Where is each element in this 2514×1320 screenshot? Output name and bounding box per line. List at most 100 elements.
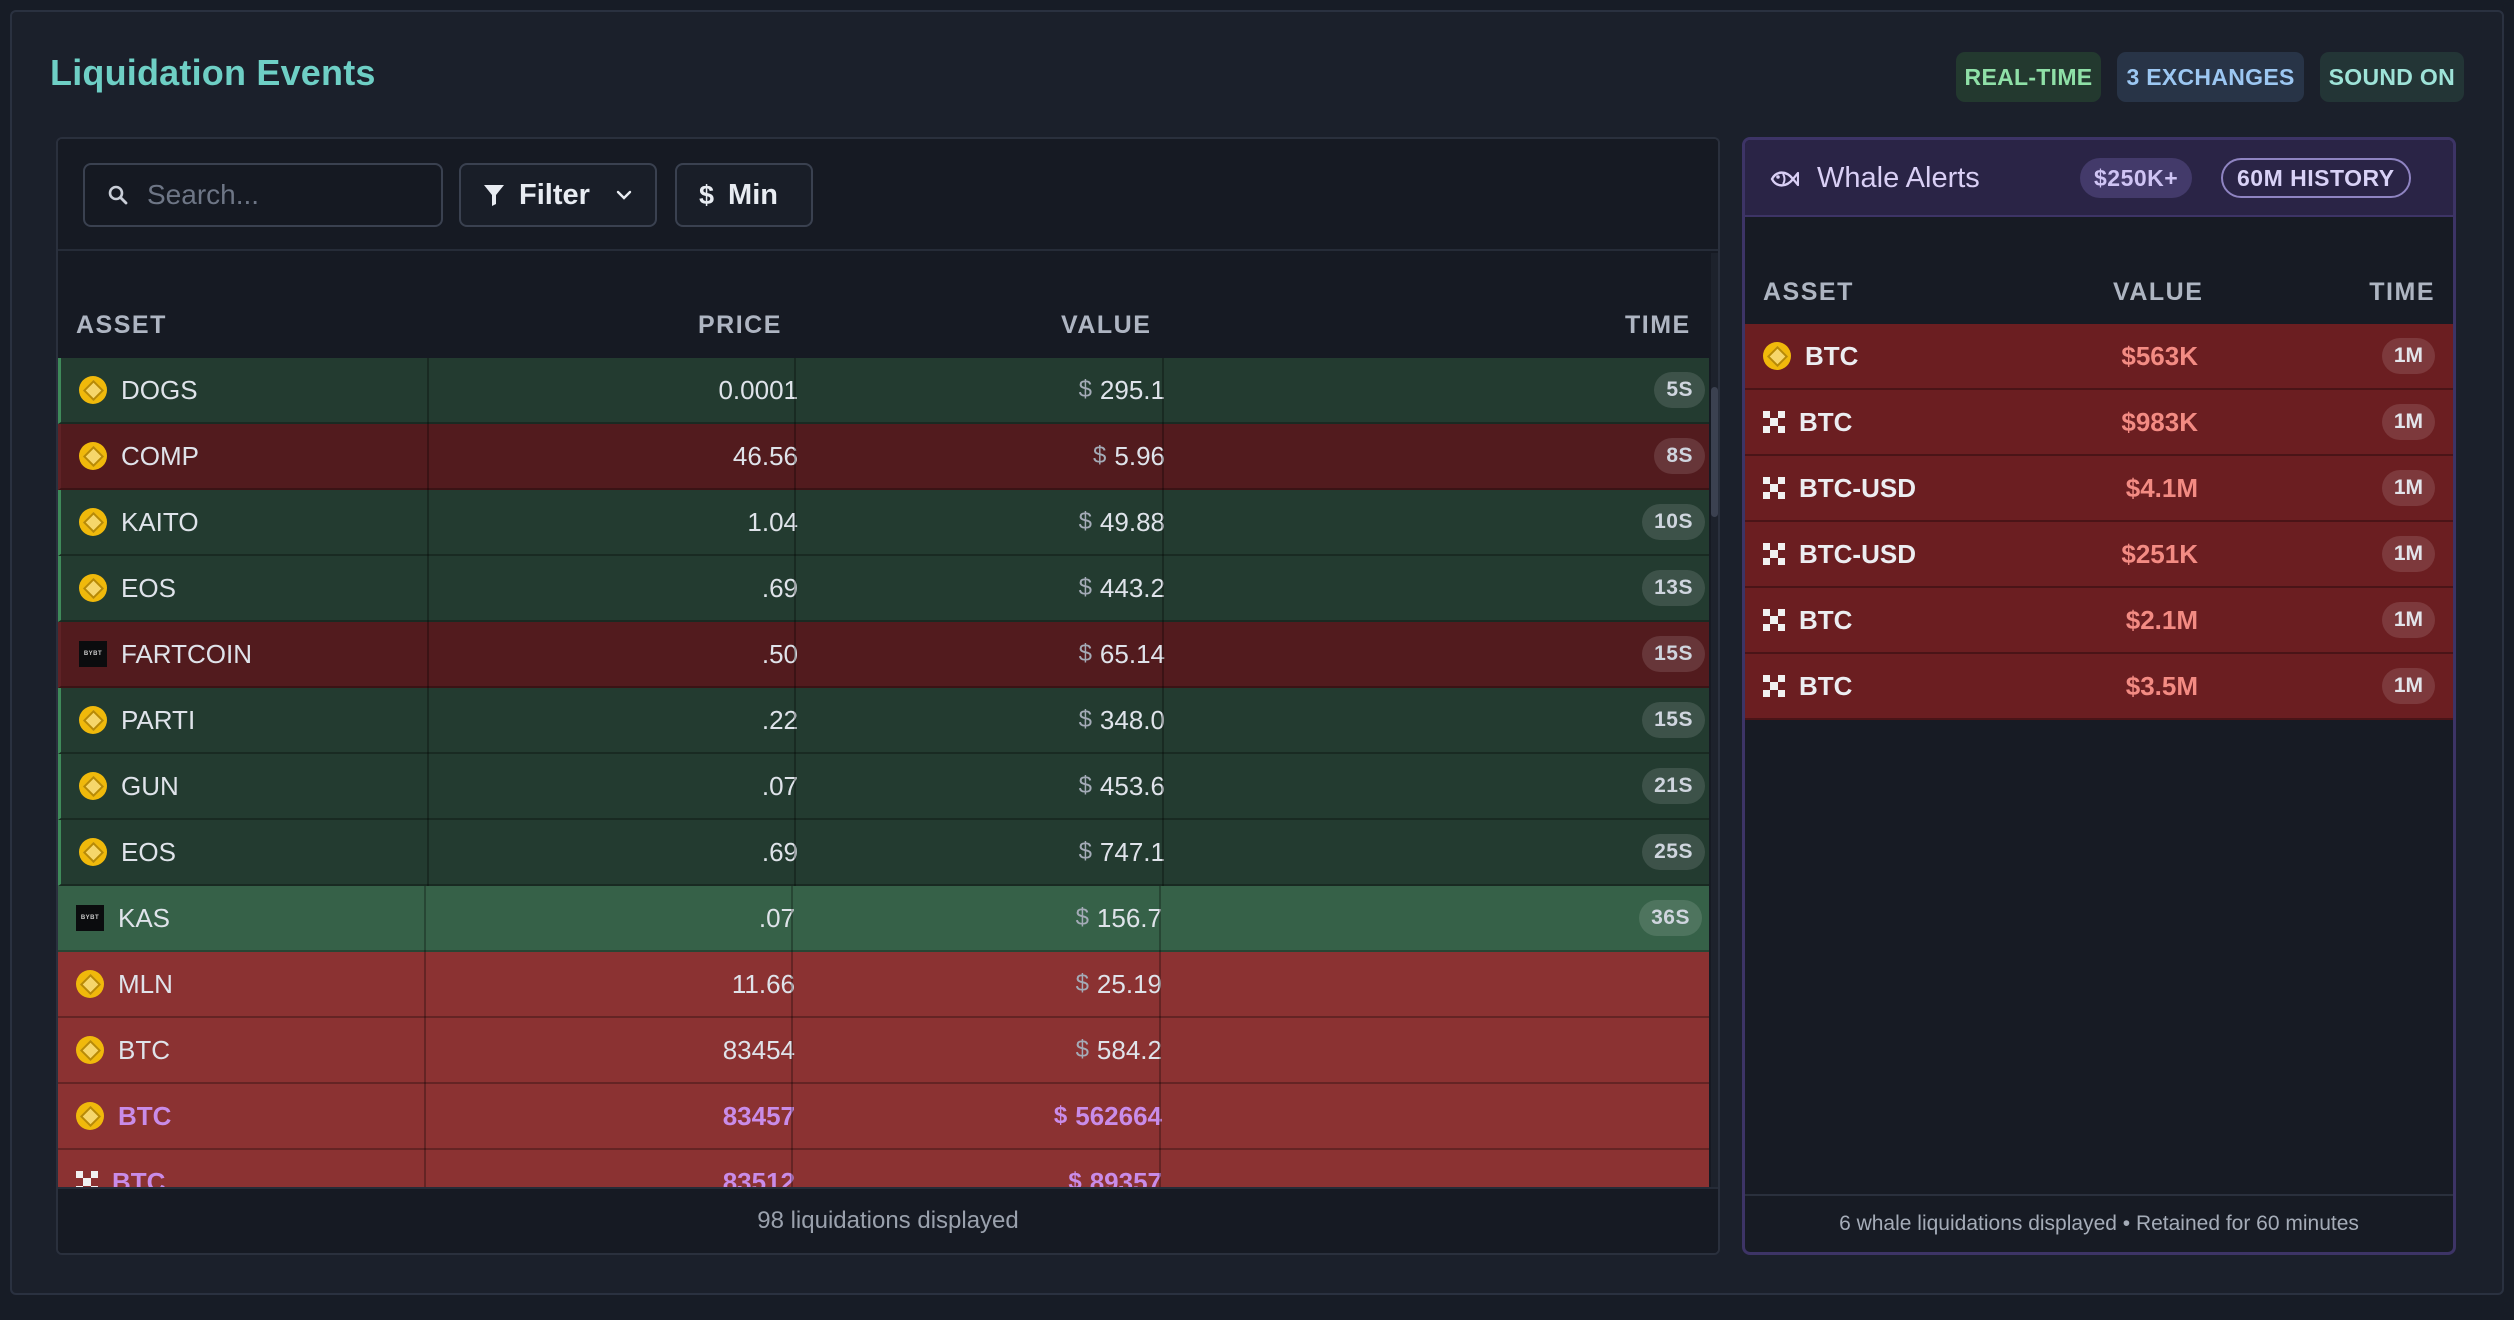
whale-time-badge: 1M: [2381, 536, 2435, 572]
whale-row[interactable]: BTC $563K 1M: [1745, 324, 2453, 390]
column-divider: [424, 1084, 426, 1150]
whale-time-cell: 1M: [2381, 588, 2435, 652]
currency-symbol: $: [1078, 574, 1092, 601]
table-row[interactable]: DOGS 0.0001 $295.1 5S: [58, 358, 1709, 424]
time-cell: [1162, 952, 1702, 1016]
currency-symbol: $: [1078, 376, 1092, 403]
value-amount: 156.7: [1096, 902, 1162, 933]
fish-icon: [1770, 171, 1799, 187]
column-divider: [1162, 754, 1164, 820]
asset-name: MLN: [118, 968, 173, 999]
currency-symbol: $: [1093, 442, 1107, 469]
value-cell: $443.2: [797, 556, 1165, 620]
asset-cell: EOS: [79, 820, 429, 884]
time-badge: 15S: [1642, 636, 1705, 672]
column-divider: [791, 1018, 793, 1084]
table-row[interactable]: GUN .07 $453.6 21S: [58, 754, 1709, 820]
time-badge: 10S: [1642, 504, 1705, 540]
table-row[interactable]: PARTI .22 $348.0 15S: [58, 688, 1709, 754]
price-cell: 11.66: [731, 968, 795, 999]
whale-row[interactable]: BTC $2.1M 1M: [1745, 588, 2453, 654]
whale-threshold-badge[interactable]: $250K+: [2080, 158, 2193, 198]
min-label: Min: [728, 178, 778, 211]
time-badge: 21S: [1642, 768, 1705, 804]
whale-time-cell: 1M: [2381, 456, 2435, 520]
table-scrollbar[interactable]: [1711, 253, 1718, 1188]
whale-column-asset[interactable]: ASSET: [1763, 278, 1854, 307]
column-divider: [794, 358, 796, 424]
table-row[interactable]: MLN 11.66 $25.19: [58, 952, 1709, 1018]
table-row[interactable]: EOS .69 $443.2 13S: [58, 556, 1709, 622]
filter-button[interactable]: Filter: [459, 163, 657, 227]
asset-name: BTC: [118, 1100, 172, 1131]
time-cell: [1162, 1084, 1702, 1148]
whale-column-time[interactable]: TIME: [2369, 278, 2435, 307]
column-divider: [1162, 358, 1164, 424]
table-row[interactable]: BTC 83454 $584.2: [58, 1018, 1709, 1084]
whale-row[interactable]: BTC $3.5M 1M: [1745, 654, 2453, 720]
checker-icon: [1763, 411, 1785, 433]
value-cell: $295.1: [797, 358, 1165, 422]
min-value-button[interactable]: $ Min: [675, 163, 813, 227]
chevron-down-icon: [616, 190, 632, 200]
table-row[interactable]: COMP 46.56 $5.96 8S: [58, 424, 1709, 490]
value-amount: 49.88: [1099, 506, 1165, 537]
search-box[interactable]: [83, 163, 443, 227]
column-divider: [794, 754, 796, 820]
table-row[interactable]: EOS .69 $747.1 25S: [58, 820, 1709, 886]
column-header-value[interactable]: VALUE: [1061, 311, 1151, 340]
exchanges-badge[interactable]: 3 EXCHANGES: [2117, 52, 2304, 102]
currency-symbol: $: [1053, 1102, 1068, 1129]
time-badge: 5S: [1654, 372, 1705, 408]
column-divider: [1159, 1150, 1161, 1188]
whale-value: $4.1M: [2125, 472, 2198, 503]
price-cell: 0.0001: [718, 374, 798, 405]
asset-name: EOS: [121, 572, 176, 603]
time-badge: 36S: [1639, 900, 1702, 936]
whale-row[interactable]: BTC-USD $4.1M 1M: [1745, 456, 2453, 522]
checker-icon: [1763, 477, 1785, 499]
whale-row[interactable]: BTC-USD $251K 1M: [1745, 522, 2453, 588]
table-row[interactable]: KAITO 1.04 $49.88 10S: [58, 490, 1709, 556]
liquidation-panel: Filter $ Min ASSET PRICE VALUE TIME DOGS…: [56, 137, 1720, 1255]
currency-symbol: $: [1075, 1036, 1089, 1063]
value-amount: 443.2: [1099, 572, 1165, 603]
table-row[interactable]: BTC 83457 $562664: [58, 1084, 1709, 1150]
value-amount: 453.6: [1099, 770, 1165, 801]
whale-footer: 6 whale liquidations displayed • Retaine…: [1745, 1194, 2453, 1252]
whale-title: Whale Alerts: [1817, 162, 1980, 194]
binance-icon: [1763, 342, 1791, 370]
whale-asset-name: BTC-USD: [1799, 472, 1916, 503]
column-divider: [791, 1150, 793, 1188]
liquidation-rows: DOGS 0.0001 $295.1 5S COMP 46.56 $5.96 8S KAITO 1…: [58, 358, 1709, 1188]
column-header-time[interactable]: TIME: [1625, 311, 1691, 340]
asset-cell: BYBT KAS: [76, 886, 426, 950]
binance-icon: [79, 772, 107, 800]
price-cell: .50: [761, 638, 798, 669]
realtime-badge[interactable]: REAL-TIME: [1955, 52, 2102, 102]
value-amount: 5.96: [1114, 440, 1165, 471]
sound-toggle[interactable]: SOUND ON: [2319, 52, 2464, 102]
binance-icon: [76, 1102, 104, 1130]
toolbar: Filter $ Min: [58, 139, 1718, 251]
scrollbar-thumb[interactable]: [1711, 387, 1718, 517]
search-input[interactable]: [147, 175, 427, 215]
column-header-asset[interactable]: ASSET: [76, 311, 167, 340]
whale-row[interactable]: BTC $983K 1M: [1745, 390, 2453, 456]
time-cell: 15S: [1165, 622, 1705, 686]
whale-column-value[interactable]: VALUE: [2113, 278, 2203, 307]
table-row[interactable]: BTC 83512 $89357: [58, 1150, 1709, 1188]
table-row[interactable]: BYBT FARTCOIN .50 $65.14 15S: [58, 622, 1709, 688]
whale-time-cell: 1M: [2381, 522, 2435, 586]
asset-name: COMP: [121, 440, 199, 471]
whale-value: $3.5M: [2125, 670, 2198, 701]
value-amount: 584.2: [1096, 1034, 1162, 1065]
asset-name: BTC: [112, 1166, 166, 1189]
price-cell: 1.04: [747, 506, 798, 537]
column-divider: [794, 556, 796, 622]
column-divider: [1159, 886, 1161, 952]
table-row[interactable]: BYBT KAS .07 $156.7 36S: [58, 886, 1709, 952]
whale-asset-cell: BTC-USD: [1763, 522, 1916, 586]
whale-history-badge[interactable]: 60M HISTORY: [2221, 158, 2411, 198]
column-header-price[interactable]: PRICE: [698, 311, 782, 340]
